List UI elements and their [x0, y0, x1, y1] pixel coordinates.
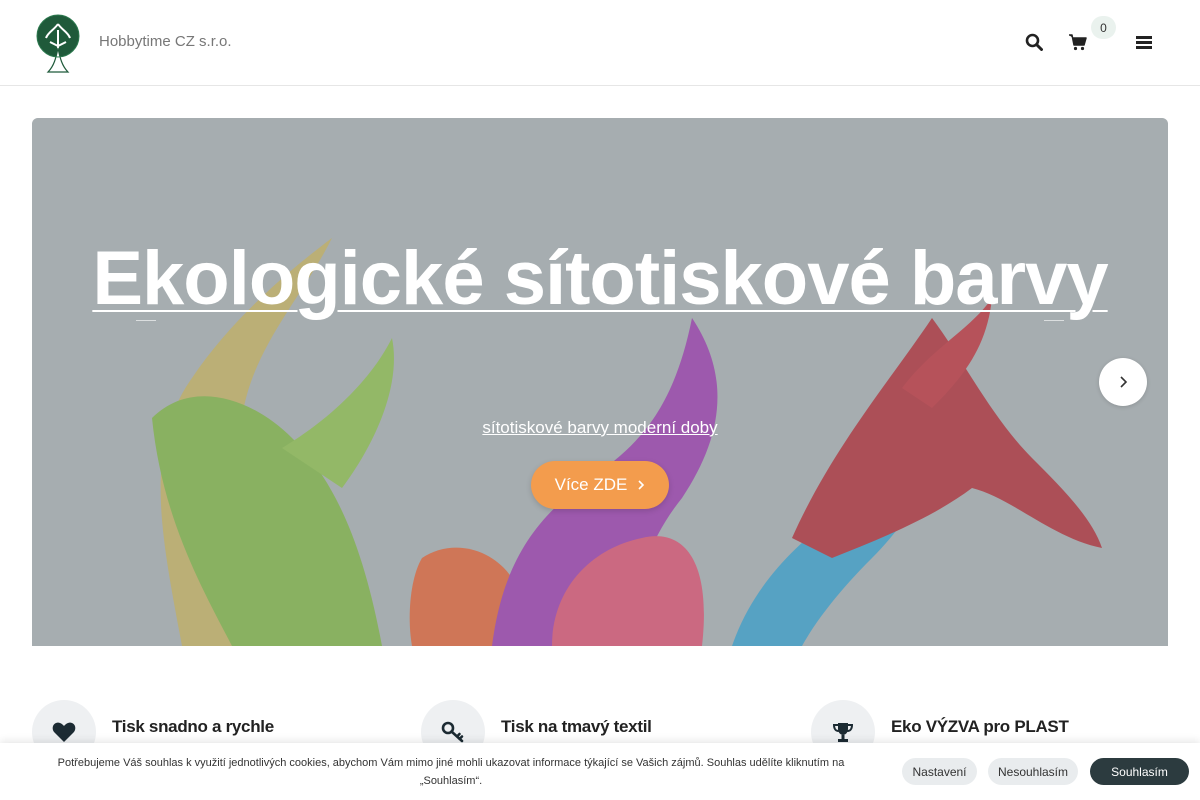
hero-title[interactable]: Ekologické sítotiskové barvy — [32, 240, 1168, 318]
chevron-right-icon — [1120, 376, 1128, 388]
site-header: Hobbytime CZ s.r.o. 0 — [0, 0, 1200, 86]
brand-name[interactable]: Hobbytime CZ s.r.o. — [99, 33, 232, 50]
feature-title[interactable]: Tisk snadno a rychle — [112, 717, 274, 737]
cookie-refuse-button[interactable]: Nesouhlasím — [988, 758, 1078, 785]
feature-title[interactable]: Tisk na tmavý textil — [501, 717, 652, 737]
hamburger-menu-icon[interactable] — [1133, 31, 1155, 53]
hero-subtitle[interactable]: sítotiskové barvy moderní doby — [32, 418, 1168, 438]
cart-count-badge: 0 — [1091, 16, 1116, 39]
cookie-accept-button[interactable]: Souhlasím — [1090, 758, 1189, 785]
tree-logo-icon[interactable] — [34, 12, 82, 74]
feature-title[interactable]: Eko VÝZVA pro PLAST — [891, 717, 1069, 737]
cart-icon[interactable] — [1067, 31, 1089, 53]
cookie-consent-bar: Potřebujeme Váš souhlas k využití jednot… — [0, 743, 1200, 800]
paint-splash-image — [32, 118, 1168, 646]
cookie-settings-button[interactable]: Nastavení — [902, 758, 977, 785]
hero-slider: Ekologické sítotiskové barvy sítotiskové… — [32, 118, 1168, 646]
chevron-right-icon — [638, 480, 645, 490]
more-here-button[interactable]: Více ZDE — [531, 461, 669, 509]
slider-next-button[interactable] — [1099, 358, 1147, 406]
search-icon[interactable] — [1023, 31, 1045, 53]
more-here-label: Více ZDE — [554, 475, 628, 494]
cookie-consent-text: Potřebujeme Váš souhlas k využití jednot… — [57, 757, 845, 787]
